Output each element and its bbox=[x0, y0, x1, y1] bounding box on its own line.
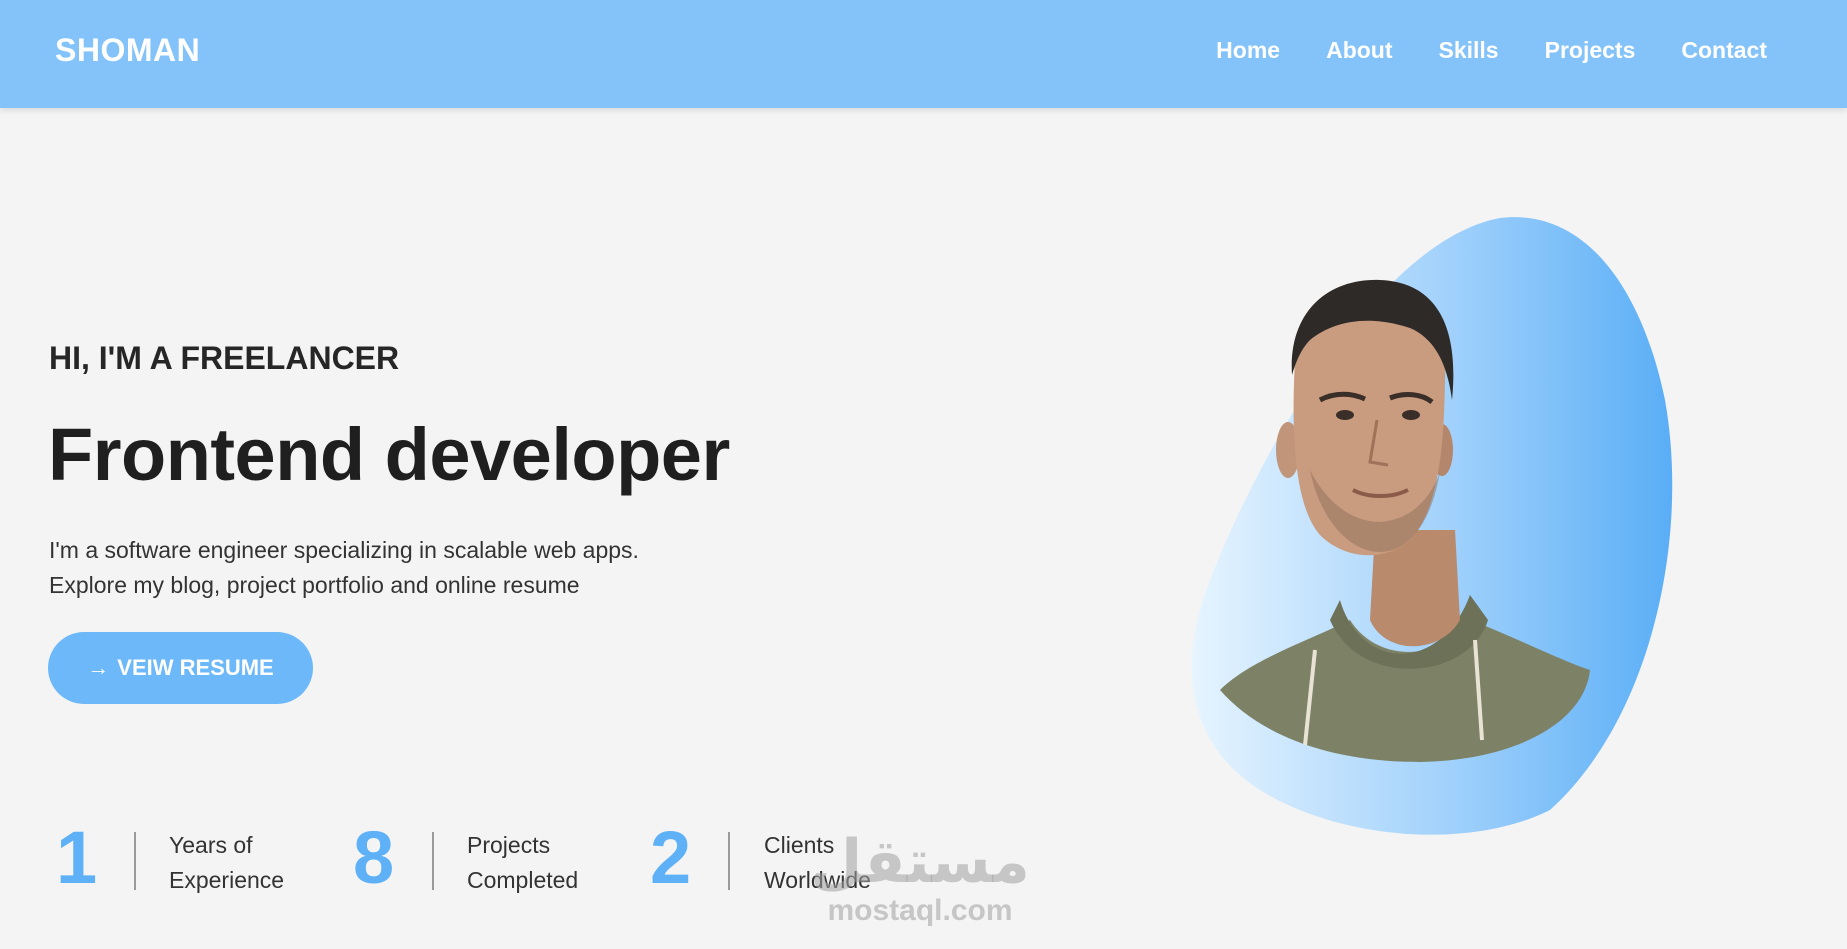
hero-description-line-2: Explore my blog, project portfolio and o… bbox=[49, 572, 580, 598]
hero-art bbox=[1191, 217, 1673, 835]
stat-divider bbox=[134, 832, 136, 890]
avatar-eye bbox=[1402, 410, 1420, 420]
stat-divider bbox=[728, 832, 730, 890]
stat-years-number: 1 bbox=[56, 816, 98, 899]
nav-skills-link[interactable]: Skills bbox=[1439, 37, 1499, 64]
hero-headline: Frontend developer bbox=[48, 413, 730, 496]
stat-years-label-line-1: Years of bbox=[169, 832, 253, 858]
watermark-arabic: مستقل bbox=[810, 827, 1030, 897]
nav-contact-link[interactable]: Contact bbox=[1681, 37, 1767, 64]
stat-projects-label-line-1: Projects bbox=[467, 832, 551, 858]
stat-years-label-line-2: Experience bbox=[169, 867, 285, 893]
nav-projects-link[interactable]: Projects bbox=[1545, 37, 1636, 64]
nav-home-link[interactable]: Home bbox=[1216, 37, 1280, 64]
hero-description-line-1: I'm a software engineer specializing in … bbox=[49, 537, 639, 563]
stat-projects-label: Projects Completed bbox=[467, 828, 578, 898]
view-resume-button[interactable]: → VEIW RESUME bbox=[48, 632, 313, 704]
avatar-eye bbox=[1336, 410, 1354, 420]
arrow-right-icon: → bbox=[87, 655, 110, 680]
watermark-latin: mostaql.com bbox=[827, 894, 1013, 927]
nav-about-link[interactable]: About bbox=[1326, 37, 1392, 64]
watermark: مستقل mostaql.com bbox=[800, 830, 1040, 928]
site-header: SHOMAN Home About Skills Projects Contac… bbox=[0, 0, 1847, 108]
stat-projects-number: 8 bbox=[353, 816, 395, 899]
hero-description: I'm a software engineer specializing in … bbox=[49, 533, 729, 603]
view-resume-label: VEIW RESUME bbox=[117, 655, 274, 680]
brand-logo[interactable]: SHOMAN bbox=[55, 32, 200, 69]
stat-divider bbox=[432, 832, 434, 890]
hero-eyebrow: HI, I'M A FREELANCER bbox=[49, 340, 400, 376]
stat-clients-number: 2 bbox=[650, 816, 692, 899]
main-nav: Home About Skills Projects Contact bbox=[1216, 37, 1767, 64]
stat-projects-label-line-2: Completed bbox=[467, 867, 579, 893]
stat-years-label: Years of Experience bbox=[169, 828, 284, 898]
